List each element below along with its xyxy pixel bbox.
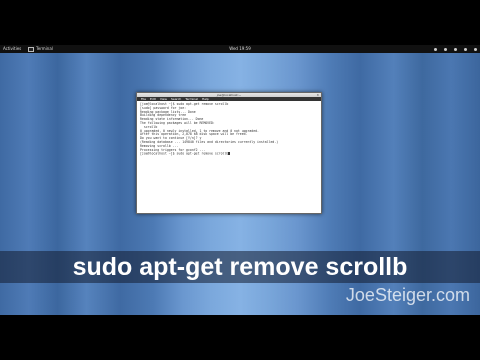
network-icon[interactable] — [444, 47, 447, 51]
watermark: JoeSteiger.com — [345, 285, 470, 305]
prompt-text: [joe@localhost ~]$ sudo apt-get remove s… — [140, 151, 229, 156]
menu-terminal[interactable]: Terminal — [185, 97, 198, 101]
caption-overlay: sudo apt-get remove scrollb — [0, 251, 480, 283]
volume-icon[interactable] — [464, 47, 467, 51]
menu-search[interactable]: Search — [171, 97, 181, 101]
clock[interactable]: Wed 19:59 — [0, 45, 480, 53]
top-panel: Activities Terminal Wed 19:59 — [0, 45, 480, 53]
menu-help[interactable]: Help — [202, 97, 209, 101]
menu-edit[interactable]: Edit — [150, 97, 156, 101]
user-menu-icon[interactable] — [474, 47, 477, 51]
window-titlebar[interactable]: joe@localhost:~ ✕ — [137, 93, 321, 97]
system-tray — [434, 45, 477, 53]
bluetooth-icon[interactable] — [454, 47, 457, 51]
terminal-window[interactable]: joe@localhost:~ ✕ File Edit View Search … — [136, 92, 322, 214]
cursor — [228, 152, 231, 156]
menu-view[interactable]: View — [160, 97, 167, 101]
terminal-prompt-line: [joe@localhost ~]$ sudo apt-get remove s… — [140, 152, 318, 156]
menu-file[interactable]: File — [141, 97, 146, 101]
close-icon[interactable]: ✕ — [316, 93, 319, 97]
accessibility-icon[interactable] — [434, 47, 437, 51]
terminal-output[interactable]: [joe@localhost ~]$ sudo apt-get remove s… — [137, 101, 321, 159]
video-frame: Activities Terminal Wed 19:59 joe@localh… — [0, 0, 480, 360]
window-title: joe@localhost:~ — [216, 93, 242, 97]
